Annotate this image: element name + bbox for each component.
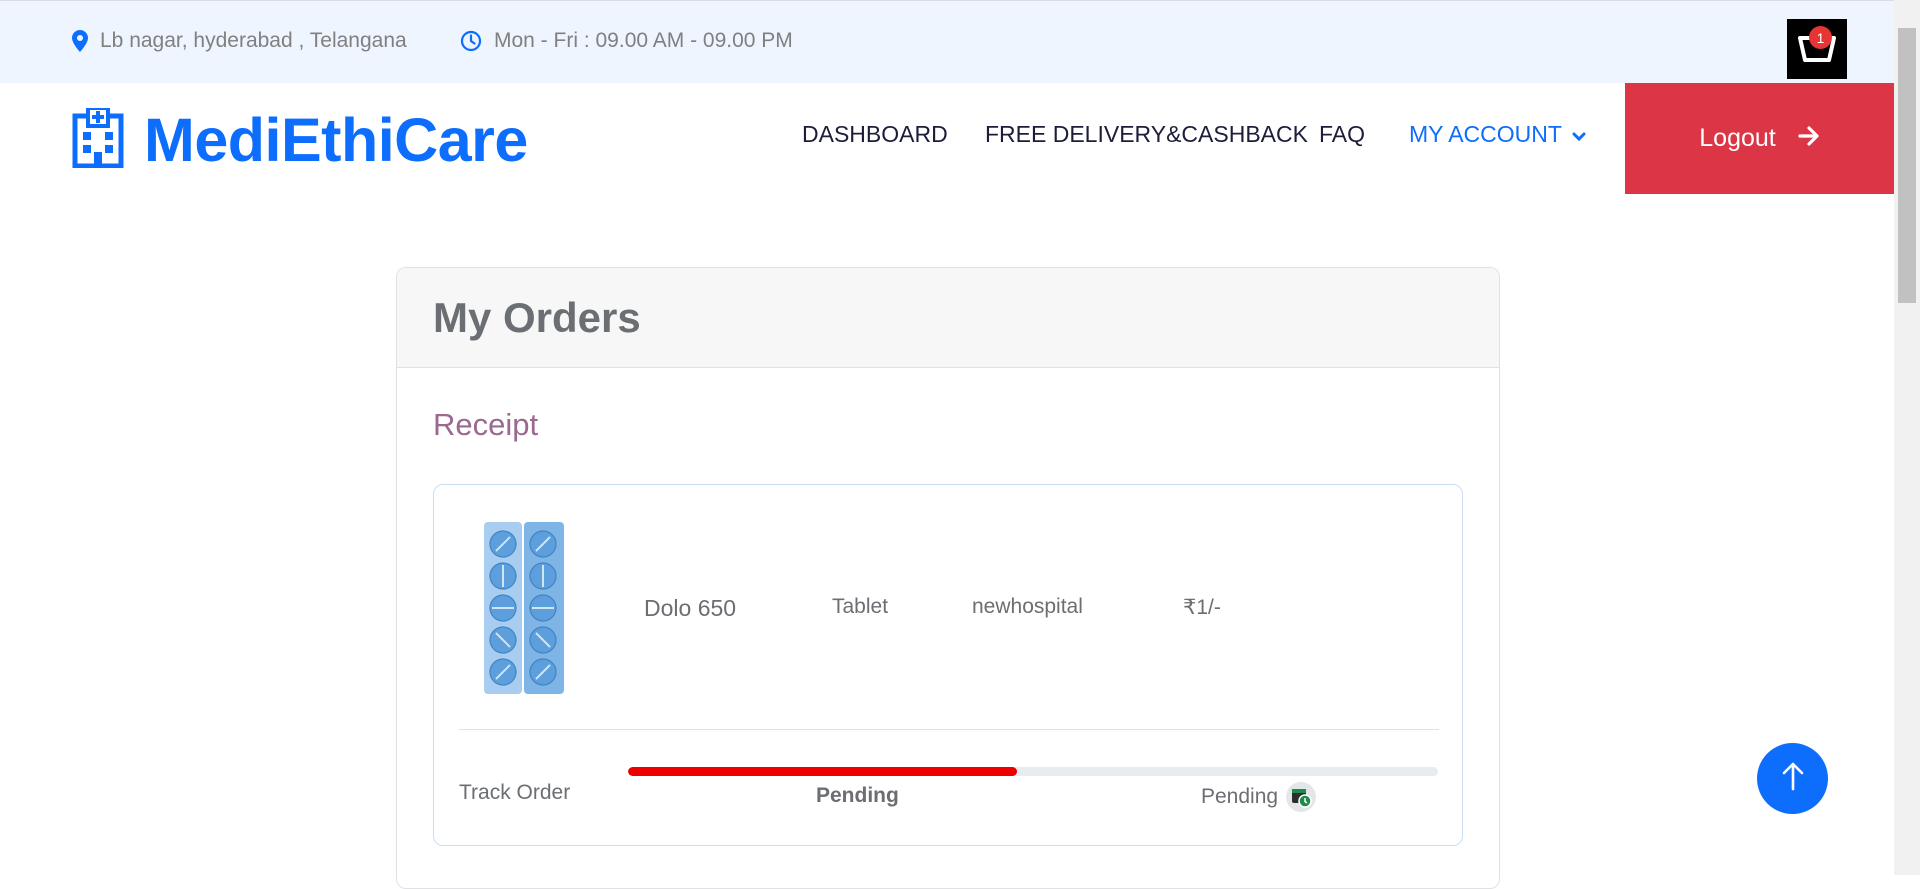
medicine-price: ₹1/- — [1183, 596, 1221, 619]
location-info: Lb nagar, hyderabad , Telangana — [72, 29, 407, 53]
back-to-top-button[interactable] — [1757, 743, 1828, 814]
orders-card: My Orders Receipt Dolo 650 Tablet newhos… — [396, 267, 1500, 889]
main-navbar: MediEthiCare DASHBOARD FREE DELIVERY&CAS… — [0, 83, 1894, 194]
receipt-heading: Receipt — [433, 407, 539, 442]
location-text: Lb nagar, hyderabad , Telangana — [100, 29, 407, 52]
logout-label: Logout — [1699, 124, 1776, 152]
nav-my-account-label: MY ACCOUNT — [1409, 121, 1562, 147]
hours-text: Mon - Fri : 09.00 AM - 09.00 PM — [494, 29, 793, 52]
medicine-name: Dolo 650 — [644, 595, 737, 621]
arrow-right-icon — [1798, 124, 1820, 153]
progress-status-label: Pending — [816, 784, 899, 807]
divider — [459, 729, 1439, 730]
nav-my-account[interactable]: MY ACCOUNT — [1409, 121, 1586, 148]
track-order-label: Track Order — [459, 781, 571, 804]
hospital-name: newhospital — [972, 595, 1083, 618]
logout-button[interactable]: Logout — [1625, 83, 1894, 194]
cart-count-badge: 1 — [1809, 26, 1832, 49]
calendar-clock-icon — [1286, 782, 1317, 812]
nav-faq[interactable]: FAQ — [1319, 121, 1365, 148]
orders-card-header: My Orders — [397, 268, 1499, 368]
cart-button[interactable]: 1 — [1787, 19, 1847, 79]
page-title: My Orders — [433, 294, 641, 341]
medicine-type: Tablet — [832, 595, 889, 618]
order-status: Pending — [1201, 782, 1317, 812]
location-pin-icon — [72, 30, 88, 52]
hospital-icon — [72, 105, 124, 173]
arrow-up-icon — [1782, 761, 1804, 796]
tablet-strip-image — [484, 522, 564, 699]
page-scrollbar[interactable] — [1894, 0, 1920, 875]
order-status-text: Pending — [1201, 785, 1279, 808]
order-progress-fill — [628, 767, 1017, 776]
order-progress-bar — [628, 767, 1438, 776]
top-info-bar: Lb nagar, hyderabad , Telangana Mon - Fr… — [0, 0, 1894, 84]
brand-name: MediEthiCare — [144, 106, 528, 174]
clock-icon — [460, 30, 482, 52]
order-item-card: Dolo 650 Tablet newhospital ₹1/- Track O… — [433, 484, 1463, 846]
nav-dashboard[interactable]: DASHBOARD — [802, 121, 948, 148]
chevron-down-icon — [1572, 121, 1586, 148]
hours-info: Mon - Fri : 09.00 AM - 09.00 PM — [460, 29, 793, 53]
brand-logo[interactable]: MediEthiCare — [72, 105, 528, 175]
scrollbar-thumb[interactable] — [1898, 28, 1916, 303]
nav-free-delivery-cashback[interactable]: FREE DELIVERY&CASHBACK — [985, 121, 1308, 148]
